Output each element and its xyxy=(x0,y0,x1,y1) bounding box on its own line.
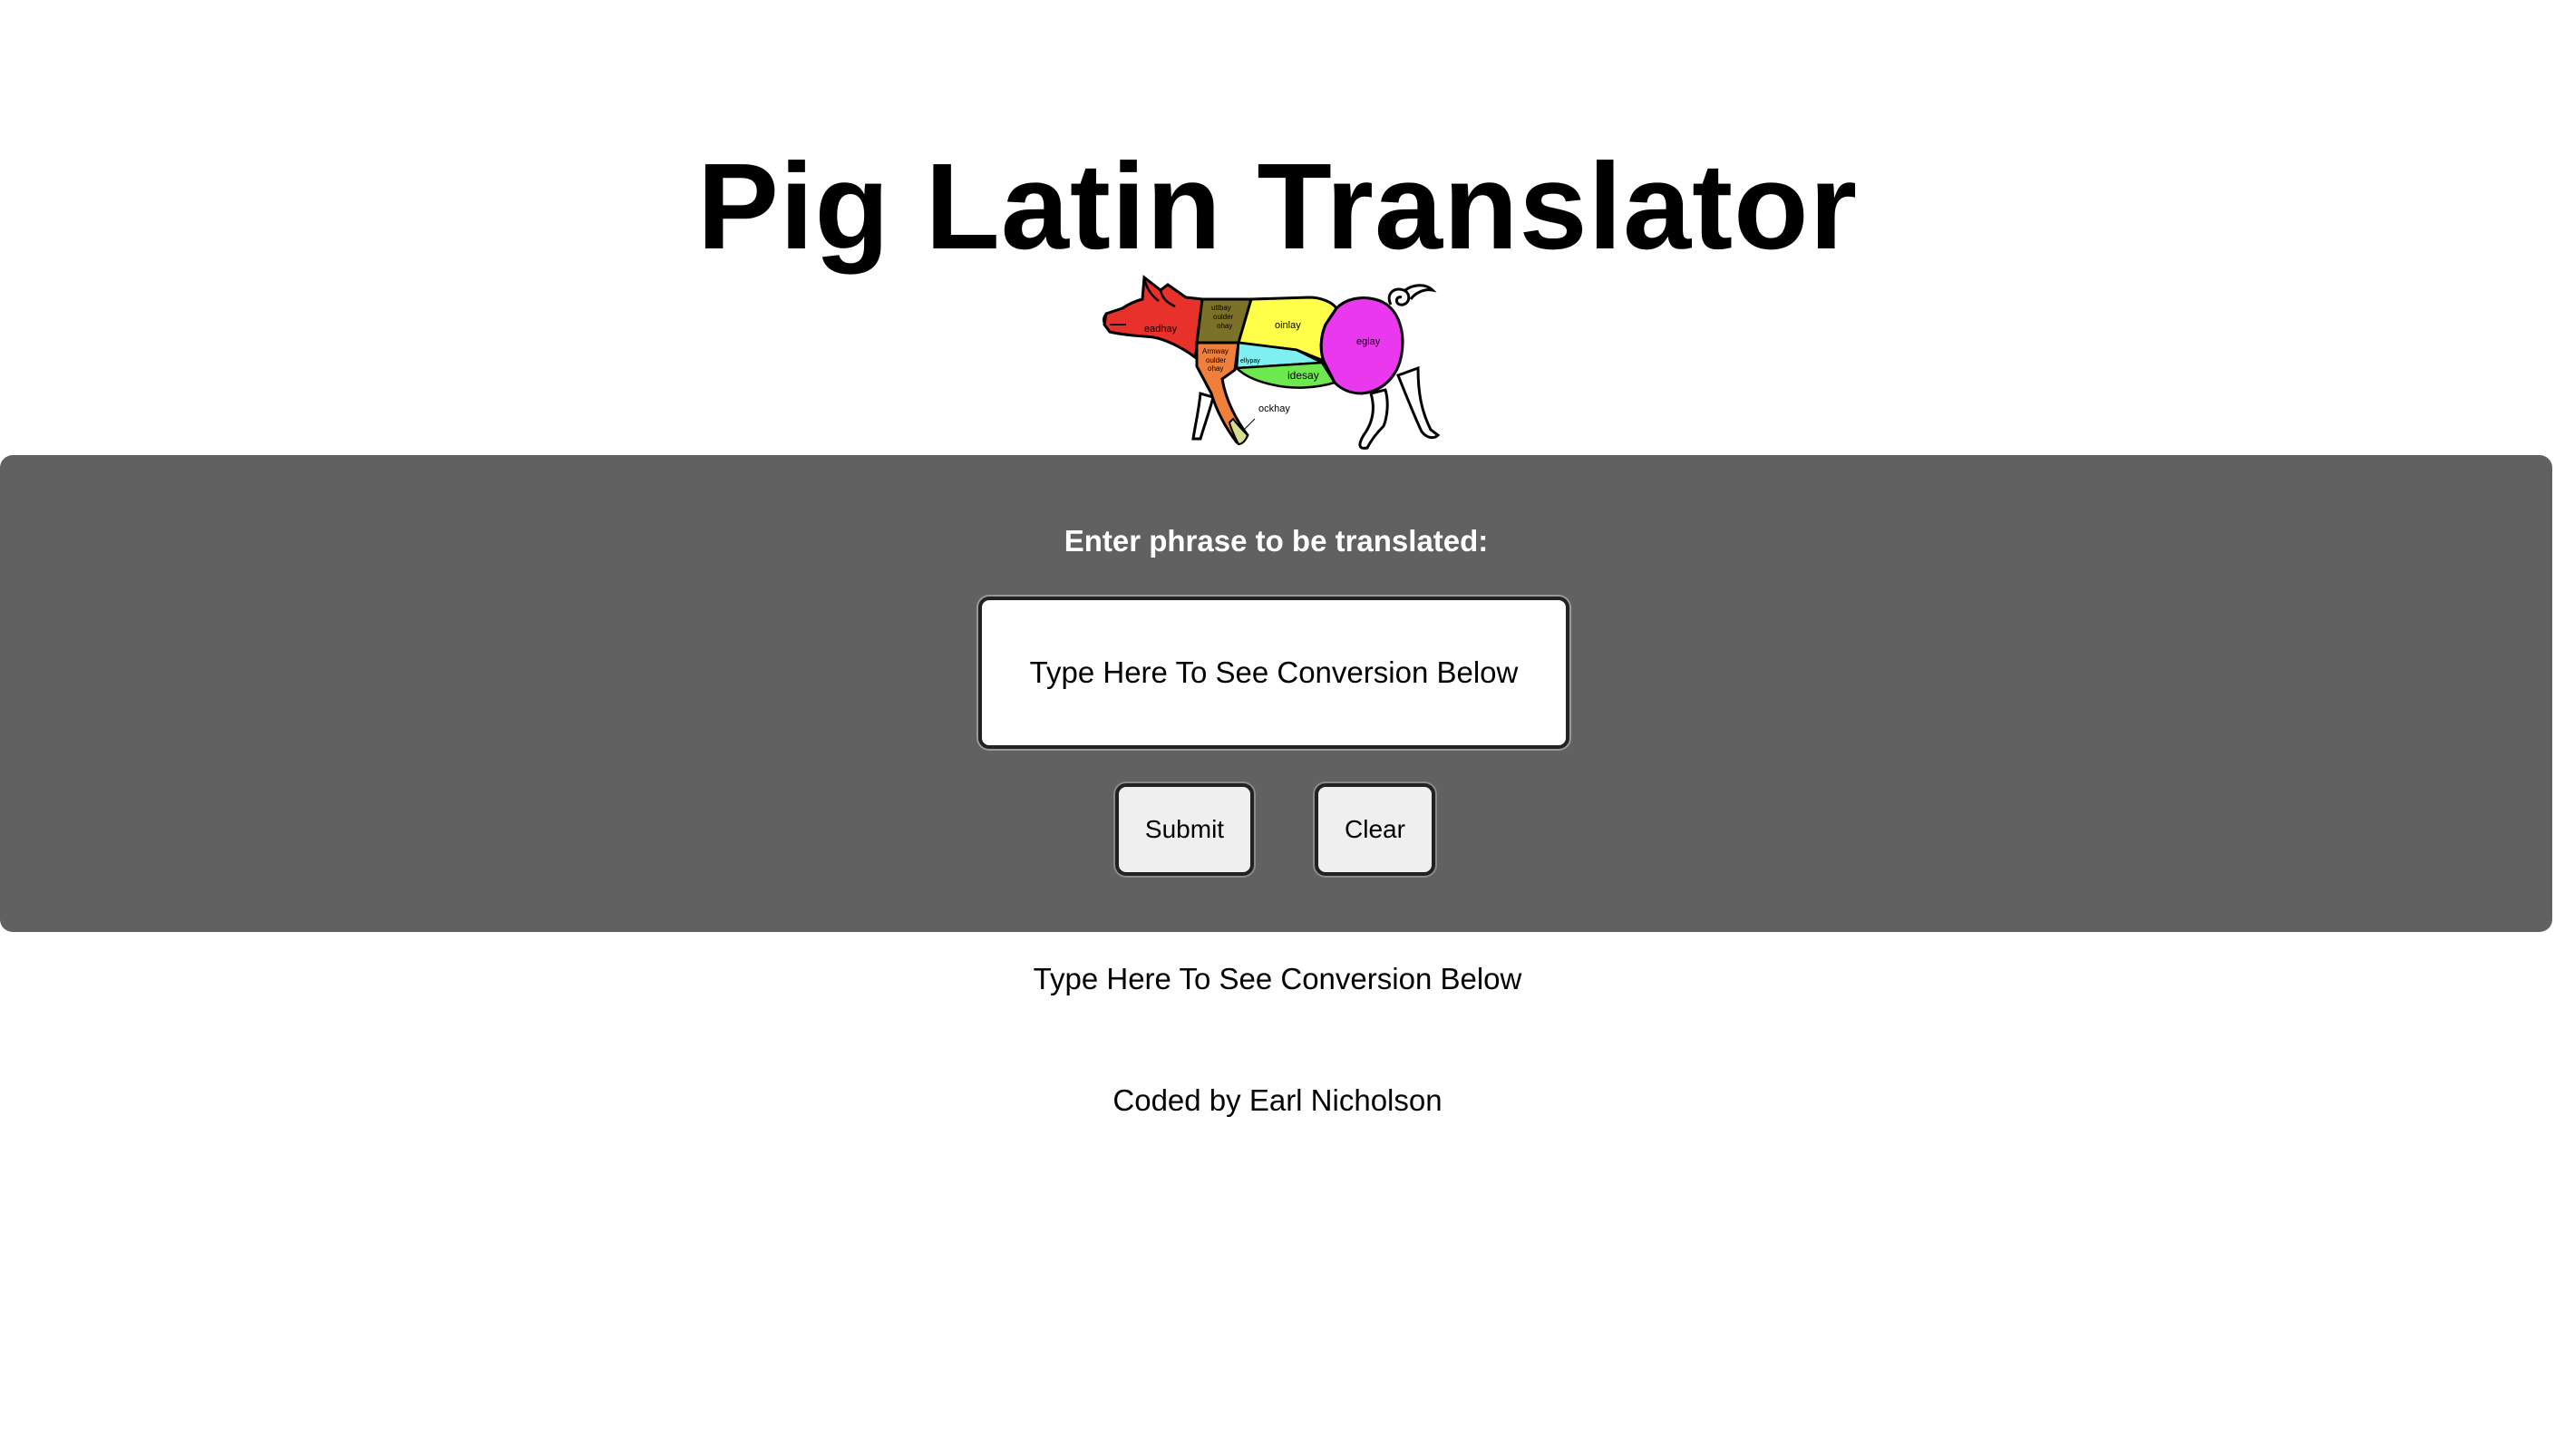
pig-tail xyxy=(1387,284,1437,306)
pig-label-belly: ellypay xyxy=(1240,358,1260,364)
footer-credit: Coded by Earl Nicholson xyxy=(1112,1083,1443,1117)
pig-label-sides: idesay xyxy=(1287,369,1319,382)
pig-label-head: eadhay xyxy=(1144,324,1178,335)
pig-label-shoulder-top-2: oulder xyxy=(1213,313,1234,321)
pig-label-arm-2: oulder xyxy=(1206,356,1227,364)
pig-label-shoulder-top-3: ohay xyxy=(1217,322,1232,330)
submit-button[interactable]: Submit xyxy=(1115,783,1254,876)
pig-label-loin: oinlay xyxy=(1275,320,1301,331)
input-label: Enter phrase to be translated: xyxy=(1064,524,1489,558)
pig-label-shoulder-top-1: uttbay xyxy=(1211,304,1231,312)
pig-cut-sides xyxy=(1234,361,1336,389)
pig-front-leg xyxy=(1191,392,1215,441)
translator-panel: Enter phrase to be translated: Submit Cl… xyxy=(0,455,2552,932)
pig-cut-head xyxy=(1103,275,1204,360)
pig-hind-leg-front xyxy=(1358,388,1389,450)
pig-label-hock: ockhay xyxy=(1258,403,1290,414)
clear-button[interactable]: Clear xyxy=(1315,783,1435,876)
pig-cuts-diagram: eadhay uttbay oulder ohay Armway oulder … xyxy=(1099,267,1454,451)
pig-label-arm-1: Armway xyxy=(1202,347,1229,355)
pig-hind-leg xyxy=(1396,365,1441,440)
translation-output: Type Here To See Conversion Below xyxy=(1033,962,1522,995)
pig-label-arm-3: ohay xyxy=(1208,364,1223,373)
pig-label-leg: eglay xyxy=(1356,336,1381,347)
pig-label-hock-leader xyxy=(1243,418,1256,431)
pig-diagram-svg: eadhay uttbay oulder ohay Armway oulder … xyxy=(1103,275,1441,450)
phrase-input[interactable] xyxy=(978,597,1569,749)
page-title: Pig Latin Translator xyxy=(696,138,1859,276)
